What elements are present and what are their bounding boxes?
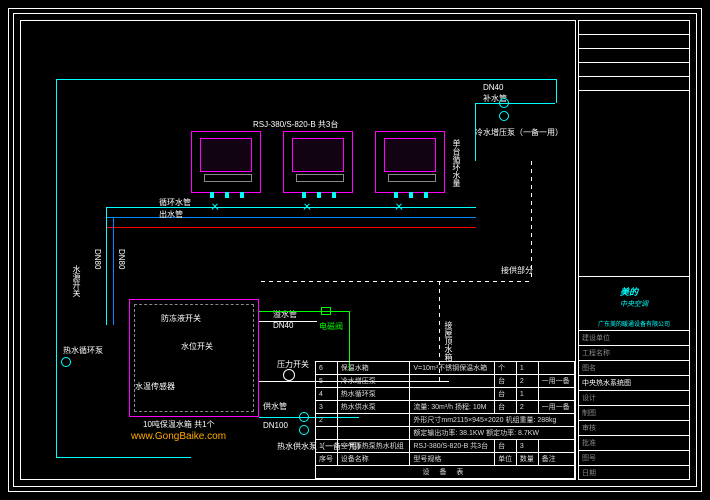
manifold-red — [106, 227, 476, 228]
eq-title: 设 备 表 — [316, 466, 575, 479]
hot-loop-label: 热水循环泵 — [63, 345, 103, 356]
drawing-canvas: RSJ-380/S-820-B 共3台 单台循环水量 DN40 补水管 冷水增压… — [20, 20, 576, 480]
tb-field-5: 审核 — [579, 421, 689, 436]
cold-pump-symbol-2 — [499, 111, 509, 121]
tb-field-1: 工程名称 — [579, 346, 689, 361]
eq-row-4: 4热水循环泵台1 — [316, 388, 575, 401]
brand-name: 美的 — [620, 287, 638, 297]
watermark: www.GongBaike.com — [131, 431, 226, 442]
valve-m3 — [393, 201, 404, 212]
brand-sub: 中央空调 — [620, 301, 648, 308]
delivery-note-label: 接供部分 — [501, 265, 533, 276]
eq-row-6: 6保温水箱V=10m³不锈钢保温水箱个1 — [316, 362, 575, 375]
sensor-label: 水温传感器 — [135, 381, 175, 392]
heat-pump-unit-3 — [375, 131, 445, 193]
eq-row-2a: 2外形尺寸mm2115×945×2020 机组重量: 288kg — [316, 414, 575, 427]
pipe-farleft-v — [56, 79, 57, 457]
heat-pump-unit-2 — [283, 131, 353, 193]
tb-field-2: 图名 — [579, 361, 689, 376]
heat-pump-model-label: RSJ-380/S-820-B 共3台 — [253, 119, 338, 130]
pipe-top-right-v — [556, 79, 557, 103]
eq-row-1: 1空气源热泵热水机组RSJ-380/S-820-B 共3台台3 — [316, 440, 575, 453]
tb-field-7: 图号 — [579, 451, 689, 466]
tb-meta-1 — [579, 35, 689, 49]
tb-field-3: 设计 — [579, 391, 689, 406]
dash-main-v — [531, 161, 532, 281]
pipe-supply-v — [475, 103, 476, 161]
company-name: 广东美的暖通设备有限公司 — [579, 317, 689, 331]
cold-pump-symbol-1 — [499, 98, 509, 108]
tb-meta-3 — [579, 63, 689, 77]
tank-size-label: 10吨保温水箱 共1个 — [143, 419, 215, 430]
tb-meta-4 — [579, 77, 689, 91]
hp-side-label: 单台循环水量 — [451, 139, 462, 187]
pressure-label: 压力开关 — [277, 359, 309, 370]
solenoid-valve-symbol — [321, 307, 331, 315]
dn40-label: DN40 — [483, 83, 503, 92]
dn80-label-b: DN80 — [117, 249, 126, 269]
outer-frame: RSJ-380/S-820-B 共3台 单台循环水量 DN40 补水管 冷水增压… — [8, 8, 702, 492]
inner-frame: RSJ-380/S-820-B 共3台 单台循环水量 DN40 补水管 冷水增压… — [13, 13, 697, 487]
pipe-supply-h — [475, 103, 555, 104]
return-pipe-label: 循环水管 — [159, 197, 191, 208]
title-block: 美的中央空调 广东美的暖通设备有限公司 建设单位 工程名称 图名 中央热水系统图… — [578, 20, 690, 480]
tb-spacer — [579, 91, 689, 277]
eq-row-3: 3热水供水泵流量: 30m³/h 扬程: 10M台2一用一备 — [316, 401, 575, 414]
hot-supply-pump-2 — [299, 425, 309, 435]
valve-m2 — [301, 201, 312, 212]
left-rot-label: 水源开关 — [71, 265, 82, 297]
anti-freeze-label: 防冻液开关 — [161, 313, 201, 324]
brand-logo: 美的中央空调 — [579, 277, 689, 317]
tb-field-0: 建设单位 — [579, 331, 689, 346]
tb-field-6: 批准 — [579, 436, 689, 451]
equipment-table: 6保温水箱V=10m³不锈钢保温水箱个1 5冷水增压泵台2一用一备 4热水循环泵… — [315, 361, 575, 479]
cold-pump-label: 冷水增压泵（一备一用） — [475, 127, 563, 138]
dn100-label: DN100 — [263, 421, 288, 430]
tb-field-8: 日期 — [579, 466, 689, 480]
eq-row-2b: 额定输出功率: 38.1KW 额定功率: 8.7KW — [316, 427, 575, 440]
eq-header: 序号设备名称型号规格单位数量备注 — [316, 453, 575, 466]
pipe-bottom-left-h — [56, 457, 191, 458]
pipe-left-v1 — [106, 207, 107, 325]
hot-loop-pump-symbol — [61, 357, 71, 367]
heat-pump-unit-1 — [191, 131, 261, 193]
eq-row-5: 5冷水增压泵台2一用一备 — [316, 375, 575, 388]
tb-field-4: 制图 — [579, 406, 689, 421]
solenoid-label: 电磁阀 — [319, 321, 343, 332]
supply-pipe2-label: 供水管 — [263, 401, 287, 412]
valve-m1 — [209, 201, 220, 212]
dn80-label-a: DN80 — [93, 249, 102, 269]
drawing-name: 中央热水系统图 — [579, 376, 689, 391]
out-pipe-label: 出水管 — [159, 209, 183, 220]
dn40-b-label: DN40 — [273, 321, 293, 330]
right-rot-label: 接屋顶水箱 — [443, 321, 454, 361]
tb-meta-2 — [579, 49, 689, 63]
tb-meta-0 — [579, 21, 689, 35]
pipe-top-h — [56, 79, 556, 80]
level-switch-label: 水位开关 — [181, 341, 213, 352]
solenoid-line — [259, 311, 349, 312]
pipe-left-v2 — [113, 217, 114, 325]
dash-main-h — [261, 281, 531, 282]
hot-supply-pump-1 — [299, 412, 309, 422]
pressure-switch-symbol — [283, 369, 295, 381]
